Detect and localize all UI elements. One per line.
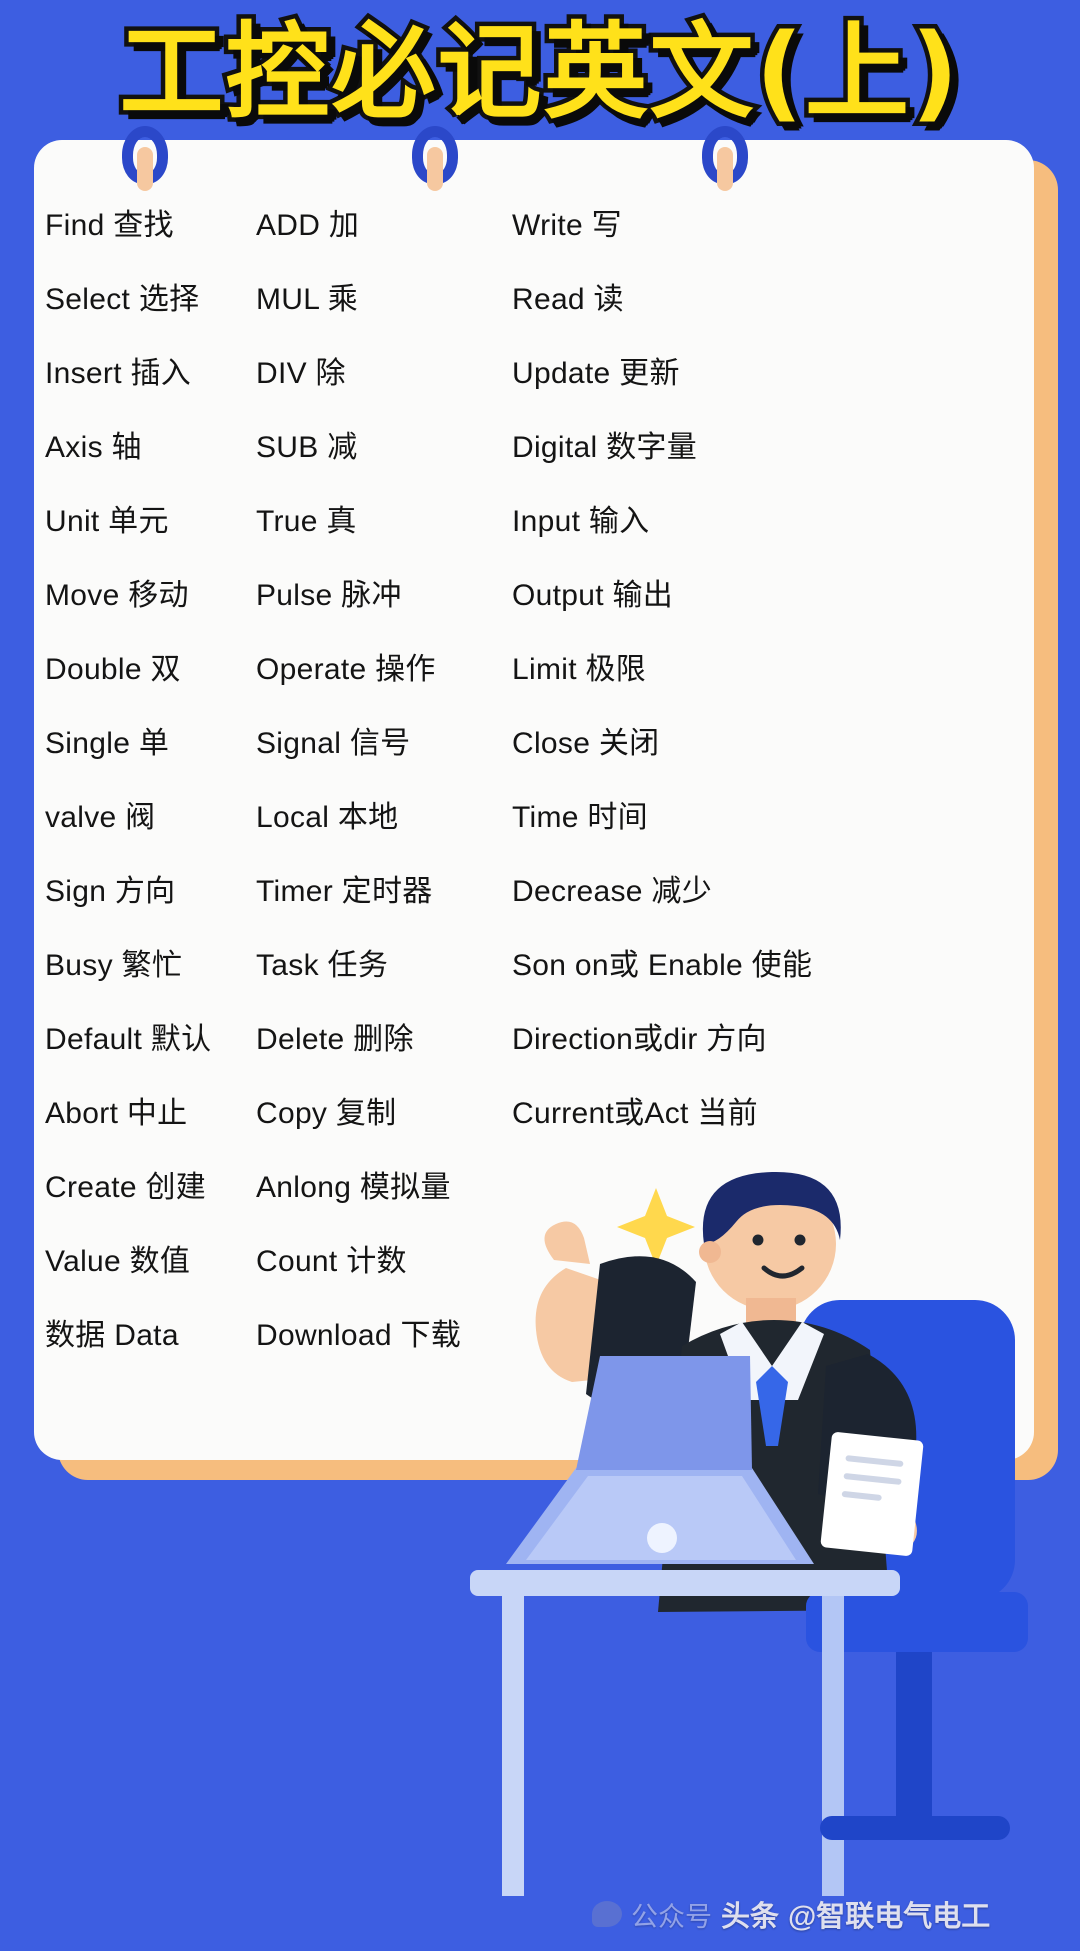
- vocab-entry: Limit 极限: [512, 653, 647, 686]
- vocab-entry: Local 本地: [256, 801, 399, 834]
- vocab-entry: Task 任务: [256, 949, 389, 982]
- vocab-entry: Signal 信号: [256, 727, 411, 760]
- watermark-account: @智联电气电工: [788, 1901, 991, 1933]
- poster-title-bar: 工控必记英文(上): [0, 8, 1080, 136]
- vocab-entry: Write 写: [512, 209, 622, 242]
- vocab-entry: ADD 加: [256, 209, 360, 242]
- vocab-entry: Sign 方向: [45, 875, 176, 908]
- vocab-entry: True 真: [256, 505, 357, 538]
- vocab-entry: Direction或dir 方向: [512, 1023, 767, 1056]
- vocab-entry: Create 创建: [45, 1171, 207, 1204]
- watermark-platform: 头条: [721, 1901, 780, 1933]
- vocab-entry: 数据 Data: [45, 1319, 179, 1352]
- binder-ring-icon: [702, 126, 748, 191]
- vocab-entry: Input 输入: [512, 505, 650, 538]
- vocab-entry: Move 移动: [45, 579, 189, 612]
- vocab-entry: Download 下载: [256, 1319, 462, 1352]
- binder-ring-icon: [412, 126, 458, 191]
- vocab-entry: Son on或 Enable 使能: [512, 949, 813, 982]
- vocab-entry: Pulse 脉冲: [256, 579, 402, 612]
- vocab-entry: Abort 中止: [45, 1097, 188, 1130]
- vocab-entry: Busy 繁忙: [45, 949, 183, 982]
- poster-page: 工控必记英文(上) Find 查找 Select 选择 Insert 插入 Ax…: [0, 0, 1080, 1951]
- vocab-entry: Digital 数字量: [512, 431, 697, 464]
- vocab-entry: Default 默认: [45, 1023, 212, 1056]
- vocab-entry: Count 计数: [256, 1245, 407, 1278]
- vocabulary-column-1: Find 查找 Select 选择 Insert 插入 Axis 轴 Unit …: [34, 185, 256, 1465]
- vocab-entry: DIV 除: [256, 357, 346, 390]
- page-title: 工控必记英文(上): [115, 11, 963, 133]
- vocab-entry: Close 关闭: [512, 727, 660, 760]
- vocab-entry: Copy 复制: [256, 1097, 397, 1130]
- watermark: 公众号 头条 @智联电气电工: [592, 1893, 990, 1935]
- vocab-entry: Output 输出: [512, 579, 674, 612]
- vocab-entry: Single 单: [45, 727, 170, 760]
- vocab-entry: Update 更新: [512, 357, 680, 390]
- vocab-entry: SUB 减: [256, 431, 358, 464]
- vocabulary-grid: Find 查找 Select 选择 Insert 插入 Axis 轴 Unit …: [34, 185, 1034, 1465]
- vocab-entry: Unit 单元: [45, 505, 169, 538]
- vocabulary-column-3: Write 写 Read 读 Update 更新 Digital 数字量 Inp…: [512, 185, 1034, 1465]
- vocabulary-column-2: ADD 加 MUL 乘 DIV 除 SUB 减 True 真 Pulse 脉冲 …: [256, 185, 512, 1465]
- vocab-entry: Value 数值: [45, 1245, 191, 1278]
- vocab-entry: Anlong 模拟量: [256, 1171, 451, 1204]
- vocab-entry: Time 时间: [512, 801, 648, 834]
- vocab-entry: Read 读: [512, 283, 624, 316]
- vocab-entry: Insert 插入: [45, 357, 192, 390]
- vocab-entry: valve 阀: [45, 801, 156, 834]
- vocab-entry: Delete 删除: [256, 1023, 414, 1056]
- vocab-entry: Select 选择: [45, 283, 200, 316]
- vocab-entry: Find 查找: [45, 209, 174, 242]
- vocab-entry: Double 双: [45, 653, 181, 686]
- vocab-entry: Timer 定时器: [256, 875, 433, 908]
- binder-ring-icon: [122, 126, 168, 191]
- vocab-entry: MUL 乘: [256, 283, 359, 316]
- vocab-entry: Axis 轴: [45, 431, 142, 464]
- vocab-entry: Current或Act 当前: [512, 1097, 758, 1130]
- watermark-gongzhonghao: 公众号: [631, 1901, 712, 1932]
- vocab-entry: Decrease 减少: [512, 875, 713, 908]
- chat-bubble-icon: [592, 1901, 622, 1927]
- vocab-entry: Operate 操作: [256, 653, 436, 686]
